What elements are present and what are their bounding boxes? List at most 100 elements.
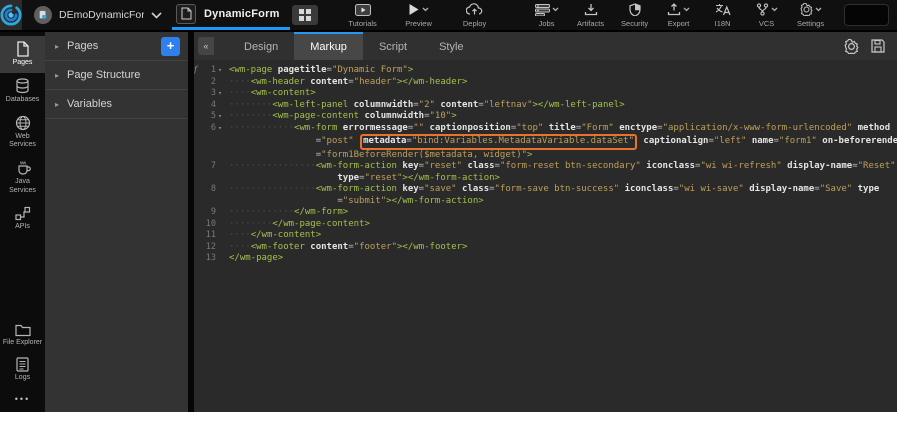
code-line[interactable]: type="reset"></wm-form-action> (194, 173, 897, 185)
code-line[interactable]: 4········<wm-left-panel columnwidth="2" … (194, 100, 897, 112)
code-line[interactable]: 9············</wm-form> (194, 207, 897, 219)
security-shield-icon (629, 3, 641, 16)
nav-row-page-structure[interactable]: ▸ Page Structure (45, 61, 188, 90)
gutter (194, 150, 224, 162)
editor-toolbar: « Design Markup Script Style (194, 32, 897, 60)
chevron-down-icon (151, 12, 162, 19)
nav-panel: ▸ Pages + ▸ Page Structure ▸ Variables (45, 32, 188, 412)
i18n-translate-icon (715, 3, 731, 16)
export-upload-icon (667, 3, 681, 16)
caret-right-icon: ▸ (55, 100, 59, 109)
settings-gear-icon (800, 3, 813, 16)
nav-row-variables[interactable]: ▸ Variables (45, 90, 188, 119)
gutter: 13 (194, 253, 224, 265)
sidebar-item-apis[interactable]: APIs (0, 201, 45, 237)
gutter: 8 (194, 184, 224, 196)
sidebar-item-file-explorer[interactable]: File Explorer (0, 318, 45, 353)
export-chevron-icon (683, 7, 690, 12)
vcs-branch-icon (756, 3, 769, 16)
jobs-icon (535, 4, 550, 16)
editor-tools (844, 32, 897, 60)
metadata-highlight-box: metadata="bind:Variables.MetadataVariabl… (360, 134, 637, 150)
code-line[interactable]: 13</wm-page> (194, 253, 897, 265)
wavemaker-studio: DEmoDynamicFor... DynamicForm (0, 0, 897, 412)
tab-script[interactable]: Script (363, 32, 423, 60)
editor-settings-gear-icon[interactable] (844, 39, 859, 54)
code-line[interactable]: 11····</wm-content> (194, 230, 897, 242)
project-name: DEmoDynamicFor... (59, 9, 144, 21)
gutter: 3▾ (194, 88, 224, 100)
code-line[interactable]: 2····<wm-header content="header"></wm-he… (194, 77, 897, 89)
code-line[interactable]: 6▾············<wm-form errormessage="" c… (194, 123, 897, 135)
code-line[interactable]: 3▾····<wm-content> (194, 88, 897, 100)
nav-row-pages[interactable]: ▸ Pages + (45, 32, 188, 61)
i18n-button[interactable]: I18N (706, 3, 740, 28)
left-icon-bar: Pages Databases Web Services Java Servic… (0, 32, 45, 412)
page-tab-main[interactable]: DynamicForm (172, 0, 290, 30)
logs-icon (16, 357, 29, 372)
gutter: 5▾ (194, 111, 224, 123)
tutorials-button[interactable]: Tutorials (346, 3, 380, 28)
preview-button[interactable]: Preview (402, 3, 436, 28)
code-line[interactable]: f1▾<wm-page pagetitle="Dynamic Form"> (194, 65, 897, 77)
web-services-globe-icon (15, 115, 31, 131)
sidebar-item-pages[interactable]: Pages (0, 36, 45, 73)
toolbar-group-right: Jobs Artifacts Security (530, 0, 828, 30)
deploy-button[interactable]: Deploy (458, 3, 492, 28)
pages-grid-icon[interactable] (292, 5, 318, 25)
sidebar-more-button[interactable]: ••• (0, 388, 45, 412)
page-doc-icon (176, 4, 196, 24)
security-button[interactable]: Security (618, 3, 652, 28)
code-line[interactable]: 8················<wm-form-action key="sa… (194, 184, 897, 196)
add-page-button[interactable]: + (161, 37, 180, 56)
tab-design[interactable]: Design (228, 32, 294, 60)
code-line[interactable]: ="post" metadata="bind:Variables.Metadat… (194, 134, 897, 150)
tab-style[interactable]: Style (423, 32, 479, 60)
preview-play-icon (408, 3, 420, 16)
gutter: 9 (194, 207, 224, 219)
artifacts-button[interactable]: Artifacts (574, 3, 608, 28)
pages-icon (15, 41, 30, 57)
sidebar-item-java-services[interactable]: Java Services (0, 155, 45, 201)
code-line[interactable]: ="submit"></wm-form-action> (194, 196, 897, 208)
gutter: f1▾ (194, 65, 224, 77)
gutter: 4 (194, 100, 224, 112)
deploy-cloud-icon (466, 3, 483, 16)
code-line[interactable]: 10········</wm-page-content> (194, 219, 897, 231)
code-line[interactable]: 7················<wm-form-action key="re… (194, 161, 897, 173)
jobs-button[interactable]: Jobs (530, 3, 564, 28)
toolbar-group-left: Tutorials Preview Deploy (346, 0, 492, 30)
page-tab[interactable]: DynamicForm (172, 0, 318, 30)
wavemaker-logo-icon (0, 4, 22, 26)
editor-pane: « Design Markup Script Style f1▾<wm-page (194, 32, 897, 412)
page-tab-title: DynamicForm (204, 8, 280, 20)
tab-markup[interactable]: Markup (294, 32, 363, 60)
collapse-panel-button[interactable]: « (198, 37, 214, 55)
user-menu[interactable] (844, 4, 889, 26)
markup-code-editor[interactable]: f1▾<wm-page pagetitle="Dynamic Form">2··… (194, 60, 897, 412)
tutorials-icon (355, 4, 371, 16)
preview-chevron-icon (422, 7, 429, 12)
vcs-chevron-icon (771, 7, 778, 12)
sidebar-item-logs[interactable]: Logs (0, 352, 45, 388)
gutter: 2 (194, 77, 224, 89)
project-avatar (34, 6, 52, 24)
settings-chevron-icon (815, 7, 822, 12)
code-line[interactable]: 5▾········<wm-page-content columnwidth="… (194, 111, 897, 123)
gutter: 6▾ (194, 123, 224, 135)
gutter: 10 (194, 219, 224, 231)
export-button[interactable]: Export (662, 3, 696, 28)
jobs-chevron-icon (552, 7, 559, 12)
project-selector[interactable]: DEmoDynamicFor... (22, 0, 170, 30)
sidebar-item-web-services[interactable]: Web Services (0, 110, 45, 156)
file-explorer-folder-icon (15, 323, 31, 337)
caret-right-icon: ▸ (55, 71, 59, 80)
save-file-icon[interactable] (871, 39, 885, 53)
wavemaker-logo[interactable] (0, 0, 22, 30)
settings-button[interactable]: Settings (794, 3, 828, 28)
code-line[interactable]: 12····<wm-footer content="footer"></wm-f… (194, 242, 897, 254)
code-line[interactable]: ="form1BeforeRender($metadata, widget)"> (194, 150, 897, 162)
gutter (194, 173, 224, 185)
sidebar-item-databases[interactable]: Databases (0, 73, 45, 110)
vcs-button[interactable]: VCS (750, 3, 784, 28)
